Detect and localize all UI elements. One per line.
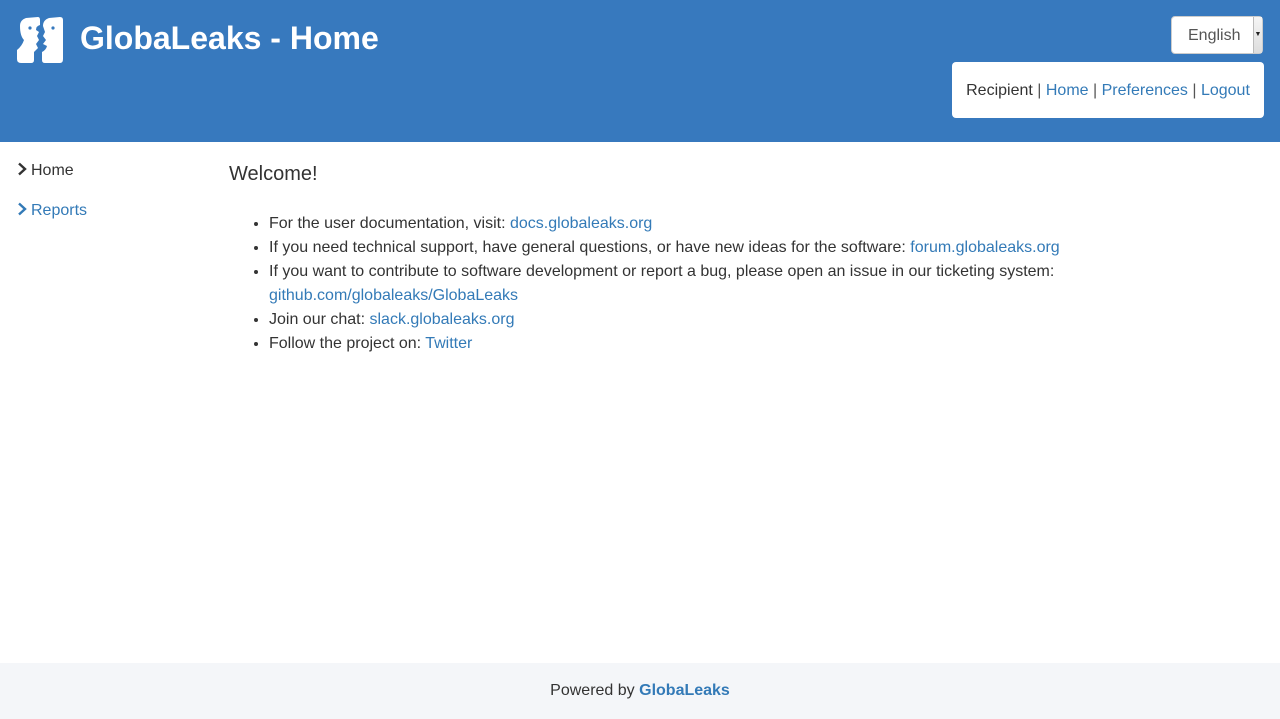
list-item-text: For the user documentation, visit: xyxy=(269,215,510,232)
chevron-right-icon xyxy=(18,202,27,216)
list-item: Follow the project on: Twitter xyxy=(269,332,1229,356)
preferences-link[interactable]: Preferences xyxy=(1102,82,1188,99)
sidebar-item-label: Home xyxy=(31,162,74,179)
footer: Powered by GlobaLeaks xyxy=(0,663,1280,719)
github-link[interactable]: github.com/globaleaks/GlobaLeaks xyxy=(269,287,518,304)
sidebar-item-label: Reports xyxy=(31,202,88,219)
user-nav: Recipient | Home | Preferences | Logout xyxy=(952,62,1264,118)
nav-separator: | xyxy=(1037,82,1042,99)
welcome-heading: Welcome! xyxy=(229,163,318,185)
user-role-label: Recipient xyxy=(966,82,1033,99)
twitter-link[interactable]: Twitter xyxy=(425,335,472,352)
main-content: Welcome! For the user documentation, vis… xyxy=(229,160,1229,356)
docs-link[interactable]: docs.globaleaks.org xyxy=(510,215,652,232)
header-bar: GlobaLeaks - Home English ▼ Recipient | … xyxy=(0,0,1280,142)
info-list: For the user documentation, visit: docs.… xyxy=(229,212,1229,356)
globaleaks-logo-icon[interactable] xyxy=(16,16,64,64)
slack-link[interactable]: slack.globaleaks.org xyxy=(370,311,515,328)
sidebar: Home Reports xyxy=(16,160,196,240)
footer-prefix: Powered by xyxy=(550,682,635,699)
language-select-value: English xyxy=(1188,27,1241,44)
language-select[interactable]: English ▼ xyxy=(1171,16,1263,54)
dropdown-arrow-icon: ▼ xyxy=(1253,17,1262,53)
home-link[interactable]: Home xyxy=(1046,82,1089,99)
nav-separator: | xyxy=(1093,82,1098,99)
list-item-text: Follow the project on: xyxy=(269,335,426,352)
list-item: Join our chat: slack.globaleaks.org xyxy=(269,308,1229,332)
footer-brand-link[interactable]: GlobaLeaks xyxy=(639,682,730,699)
list-item-text: Join our chat: xyxy=(269,311,370,328)
list-item: If you want to contribute to software de… xyxy=(269,260,1229,308)
logout-link[interactable]: Logout xyxy=(1201,82,1250,99)
sidebar-item-home[interactable]: Home xyxy=(16,160,196,184)
nav-separator: | xyxy=(1192,82,1197,99)
list-item-text: If you want to contribute to software de… xyxy=(269,263,1055,280)
chevron-right-icon xyxy=(18,162,27,176)
sidebar-item-reports[interactable]: Reports xyxy=(16,200,196,224)
list-item: For the user documentation, visit: docs.… xyxy=(269,212,1229,236)
forum-link[interactable]: forum.globaleaks.org xyxy=(910,239,1059,256)
list-item: If you need technical support, have gene… xyxy=(269,236,1229,260)
list-item-text: If you need technical support, have gene… xyxy=(269,239,911,256)
page-title: GlobaLeaks - Home xyxy=(80,20,379,56)
